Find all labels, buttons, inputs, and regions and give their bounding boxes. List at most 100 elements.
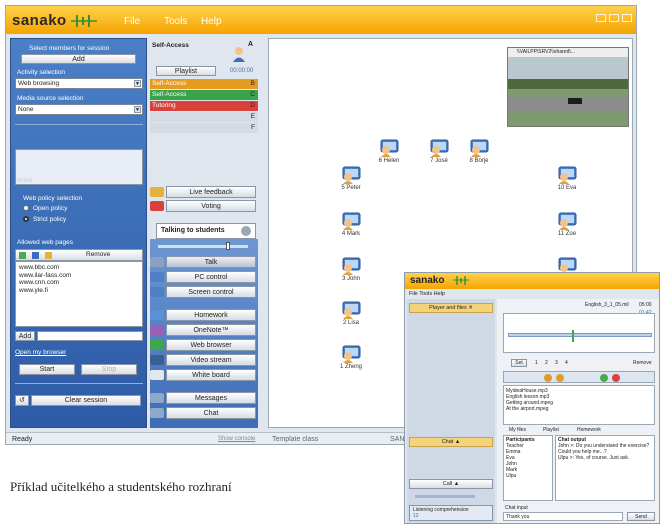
groups-panel: Self-Access A Playlist 00:00:00 Self-Acc… bbox=[148, 38, 258, 428]
add-members-button[interactable]: Add bbox=[21, 54, 136, 64]
sanako-logo: sanako bbox=[12, 12, 98, 29]
add-page-icon[interactable] bbox=[19, 252, 26, 259]
web-browser-button[interactable]: Web browser bbox=[150, 339, 256, 351]
student-computer[interactable]: 7 José bbox=[419, 139, 459, 164]
activity-select[interactable]: Web browsing ▼ bbox=[15, 78, 143, 89]
student-computer[interactable]: 3 John bbox=[331, 257, 371, 282]
student-computer[interactable]: 1 Zheng bbox=[331, 345, 371, 370]
messages-button[interactable]: Messages bbox=[150, 392, 256, 404]
call-button[interactable]: Call ▲ bbox=[409, 479, 493, 489]
rewind-icon[interactable] bbox=[544, 374, 552, 382]
status-ready: Ready bbox=[12, 436, 33, 443]
chat-button[interactable]: Chat bbox=[150, 407, 256, 419]
homework-button[interactable]: Homework bbox=[150, 309, 256, 321]
student-name: 2 Lisa bbox=[342, 320, 359, 326]
file-item[interactable]: At the airport.mpeg bbox=[506, 406, 652, 412]
maximize-button[interactable] bbox=[609, 14, 619, 22]
tab-my-files[interactable]: My files bbox=[509, 427, 526, 433]
site-url-input[interactable] bbox=[37, 331, 143, 341]
send-button[interactable]: Send bbox=[627, 512, 655, 521]
close-button[interactable] bbox=[622, 14, 632, 22]
white-board-button[interactable]: White board bbox=[150, 369, 256, 381]
group-f[interactable]: F bbox=[150, 123, 258, 133]
clear-icon[interactable]: ↺ bbox=[15, 395, 29, 406]
minimize-button[interactable] bbox=[596, 14, 606, 22]
start-button[interactable]: Start bbox=[19, 364, 75, 375]
student-volume-slider[interactable] bbox=[415, 495, 475, 498]
bookmark-3[interactable]: 3 bbox=[555, 360, 558, 366]
group-d[interactable]: Tutoring D bbox=[150, 101, 258, 111]
student-computer[interactable]: 8 Borje bbox=[459, 139, 499, 164]
onenote-button[interactable]: OneNote™ bbox=[150, 324, 256, 336]
group-c[interactable]: Self-Access C bbox=[150, 90, 258, 100]
bookmark-1[interactable]: 1 bbox=[535, 360, 538, 366]
clear-session-button[interactable]: Clear session bbox=[31, 395, 141, 406]
site-item[interactable]: www.bbc.com bbox=[19, 264, 139, 272]
student-pc-icon bbox=[558, 166, 577, 184]
show-console-link[interactable]: Show console bbox=[218, 436, 255, 442]
student-computer[interactable]: 6 Helen bbox=[369, 139, 409, 164]
tab-playlist[interactable]: Playlist bbox=[543, 427, 559, 433]
bookmark-4[interactable]: 4 bbox=[565, 360, 568, 366]
remove-page-button[interactable]: Remove bbox=[86, 251, 110, 258]
menu-help[interactable]: Help bbox=[201, 16, 222, 27]
student-name: 5 Peter bbox=[341, 185, 361, 191]
student-computer[interactable]: 11 Zoe bbox=[547, 212, 587, 237]
set-button[interactable]: Set bbox=[511, 359, 527, 367]
session-panel: Select members for session Add Activity … bbox=[10, 38, 147, 428]
timeline-bar[interactable] bbox=[508, 333, 652, 337]
video-title: \\VAILPP\SRV2\\shared\... bbox=[508, 48, 628, 57]
menu-tools[interactable]: Tools bbox=[164, 16, 187, 27]
student-name: 8 Borje bbox=[469, 158, 489, 164]
media-select[interactable]: None ▼ bbox=[15, 104, 143, 115]
student-computer[interactable]: 5 Peter bbox=[331, 166, 371, 191]
remove-bookmark-link[interactable]: Remove bbox=[633, 360, 652, 366]
play-icon[interactable] bbox=[600, 374, 608, 382]
talking-to-students-tab[interactable]: Talking to students bbox=[156, 223, 256, 239]
strict-policy-radio[interactable] bbox=[23, 216, 29, 222]
student-computer[interactable]: 4 Mark bbox=[331, 212, 371, 237]
pc-control-button[interactable]: PC control bbox=[150, 271, 256, 283]
playhead[interactable] bbox=[572, 330, 574, 342]
site-item[interactable]: www.yle.fi bbox=[19, 287, 139, 295]
site-item[interactable]: www.ilar-fass.com bbox=[19, 272, 139, 280]
screen-control-button[interactable]: Screen control bbox=[150, 286, 256, 298]
feedback-icon bbox=[150, 187, 164, 197]
open-my-browser-link[interactable]: Open my browser bbox=[15, 349, 66, 356]
voting-button[interactable]: Voting bbox=[150, 200, 256, 212]
participants-list[interactable]: Participants Teacher Emma Eva John Mark … bbox=[503, 435, 553, 501]
chat-input[interactable]: Thank you bbox=[503, 512, 623, 521]
track-name: English_3_1_05.mil bbox=[585, 302, 629, 308]
chat-header[interactable]: Chat ▲ bbox=[409, 437, 493, 447]
student-logo: sanako bbox=[410, 275, 445, 286]
participant[interactable]: Ulpu bbox=[506, 473, 550, 479]
save-icon[interactable] bbox=[32, 252, 39, 259]
open-policy-radio[interactable] bbox=[23, 205, 29, 211]
student-computer[interactable]: 2 Lisa bbox=[331, 301, 371, 326]
group-b[interactable]: Self-Access B bbox=[150, 79, 258, 89]
playlist-button[interactable]: Playlist bbox=[156, 66, 216, 76]
student-menu[interactable]: File Tools Help bbox=[409, 291, 445, 297]
talk-button[interactable]: Talk bbox=[150, 256, 256, 268]
bookmark-2[interactable]: 2 bbox=[545, 360, 548, 366]
student-name: 6 Helen bbox=[378, 158, 400, 164]
video-preview-window[interactable]: \\VAILPP\SRV2\\shared\... bbox=[507, 47, 629, 127]
video-stream-button[interactable]: Video stream bbox=[150, 354, 256, 366]
record-icon[interactable] bbox=[612, 374, 620, 382]
files-list[interactable]: MyideaHouse.mp3 English lesson.mp3 Getti… bbox=[503, 385, 655, 425]
menu-file[interactable]: File bbox=[124, 16, 140, 27]
player-files-header[interactable]: Player and files ✕ bbox=[409, 303, 493, 313]
stop-button[interactable]: Stop bbox=[81, 364, 137, 375]
waveform-area[interactable] bbox=[503, 313, 655, 353]
volume-thumb[interactable] bbox=[226, 242, 230, 250]
add-site-button[interactable]: Add bbox=[15, 331, 35, 341]
live-feedback-button[interactable]: Live feedback bbox=[150, 186, 256, 198]
student-computer[interactable]: 10 Eva bbox=[547, 166, 587, 191]
folder-icon[interactable] bbox=[45, 252, 52, 259]
group-e[interactable]: E bbox=[150, 112, 258, 122]
allowed-pages-list[interactable]: www.bbc.com www.ilar-fass.com www.cnn.co… bbox=[15, 261, 143, 327]
site-item[interactable]: www.cnn.com bbox=[19, 279, 139, 287]
volume-slider[interactable] bbox=[158, 245, 248, 248]
fast-forward-icon[interactable] bbox=[556, 374, 564, 382]
tab-homework[interactable]: Homework bbox=[577, 427, 601, 433]
